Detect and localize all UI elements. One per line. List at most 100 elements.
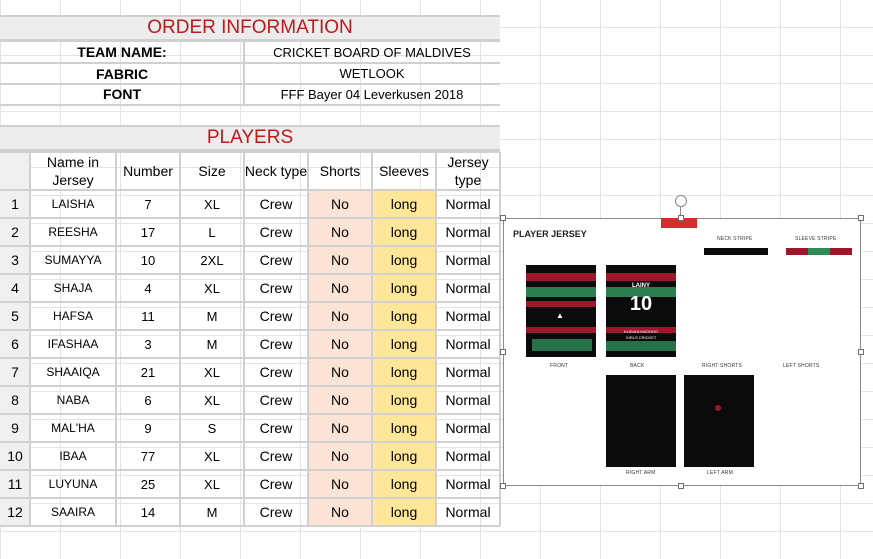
rotate-handle-icon[interactable] [675, 195, 687, 207]
row-number[interactable]: 2 [0, 218, 30, 246]
shorts-cell[interactable]: No [308, 470, 372, 498]
player-number-cell[interactable]: 11 [116, 302, 180, 330]
resize-handle-top-right[interactable] [858, 215, 864, 221]
resize-handle-top[interactable] [678, 215, 684, 221]
shorts-cell[interactable]: No [308, 414, 372, 442]
column-header[interactable]: Size [180, 152, 244, 190]
row-number[interactable]: 10 [0, 442, 30, 470]
fabric-value[interactable]: WETLOOK [244, 63, 500, 84]
player-name-cell[interactable]: IBAA [30, 442, 116, 470]
neck-type-cell[interactable]: Crew [244, 190, 308, 218]
resize-handle-bottom[interactable] [678, 483, 684, 489]
player-size-cell[interactable]: L [180, 218, 244, 246]
column-header[interactable]: Number [116, 152, 180, 190]
sleeves-cell[interactable]: long [372, 190, 436, 218]
neck-type-cell[interactable]: Crew [244, 442, 308, 470]
jersey-type-cell[interactable]: Normal [436, 498, 500, 526]
row-number[interactable]: 8 [0, 386, 30, 414]
neck-type-cell[interactable]: Crew [244, 302, 308, 330]
shorts-cell[interactable]: No [308, 218, 372, 246]
player-size-cell[interactable]: XL [180, 442, 244, 470]
resize-handle-right[interactable] [858, 349, 864, 355]
row-number[interactable]: 4 [0, 274, 30, 302]
player-size-cell[interactable]: M [180, 302, 244, 330]
row-number[interactable]: 1 [0, 190, 30, 218]
player-name-cell[interactable]: NABA [30, 386, 116, 414]
column-header[interactable]: Shorts [308, 152, 372, 190]
player-name-cell[interactable]: LUYUNA [30, 470, 116, 498]
player-size-cell[interactable]: XL [180, 470, 244, 498]
neck-type-cell[interactable]: Crew [244, 498, 308, 526]
shorts-cell[interactable]: No [308, 498, 372, 526]
player-number-cell[interactable]: 9 [116, 414, 180, 442]
player-number-cell[interactable]: 3 [116, 330, 180, 358]
player-name-cell[interactable]: SUMAYYA [30, 246, 116, 274]
jersey-type-cell[interactable]: Normal [436, 330, 500, 358]
player-size-cell[interactable]: S [180, 414, 244, 442]
shorts-cell[interactable]: No [308, 386, 372, 414]
player-number-cell[interactable]: 25 [116, 470, 180, 498]
shorts-cell[interactable]: No [308, 302, 372, 330]
player-number-cell[interactable]: 21 [116, 358, 180, 386]
shorts-cell[interactable]: No [308, 330, 372, 358]
player-number-cell[interactable]: 4 [116, 274, 180, 302]
row-number[interactable]: 6 [0, 330, 30, 358]
team-name-value[interactable]: CRICKET BOARD OF MALDIVES [244, 41, 500, 63]
neck-type-cell[interactable]: Crew [244, 386, 308, 414]
row-number[interactable]: 11 [0, 470, 30, 498]
shorts-cell[interactable]: No [308, 246, 372, 274]
player-name-cell[interactable]: LAISHA [30, 190, 116, 218]
player-size-cell[interactable]: 2XL [180, 246, 244, 274]
row-number[interactable]: 5 [0, 302, 30, 330]
shorts-cell[interactable]: No [308, 358, 372, 386]
jersey-type-cell[interactable]: Normal [436, 274, 500, 302]
jersey-type-cell[interactable]: Normal [436, 358, 500, 386]
resize-handle-bottom-right[interactable] [858, 483, 864, 489]
neck-type-cell[interactable]: Crew [244, 470, 308, 498]
sleeves-cell[interactable]: long [372, 274, 436, 302]
font-value[interactable]: FFF Bayer 04 Leverkusen 2018 [244, 84, 500, 104]
jersey-type-cell[interactable]: Normal [436, 190, 500, 218]
sleeves-cell[interactable]: long [372, 330, 436, 358]
jersey-type-cell[interactable]: Normal [436, 386, 500, 414]
player-number-cell[interactable]: 10 [116, 246, 180, 274]
player-size-cell[interactable]: XL [180, 190, 244, 218]
jersey-type-cell[interactable]: Normal [436, 218, 500, 246]
player-number-cell[interactable]: 17 [116, 218, 180, 246]
sleeves-cell[interactable]: long [372, 386, 436, 414]
player-size-cell[interactable]: XL [180, 386, 244, 414]
player-number-cell[interactable]: 14 [116, 498, 180, 526]
player-name-cell[interactable]: REESHA [30, 218, 116, 246]
row-number[interactable]: 9 [0, 414, 30, 442]
column-header[interactable]: Neck type [244, 152, 308, 190]
player-size-cell[interactable]: M [180, 498, 244, 526]
jersey-type-cell[interactable]: Normal [436, 442, 500, 470]
player-number-cell[interactable]: 6 [116, 386, 180, 414]
player-name-cell[interactable]: MAL'HA [30, 414, 116, 442]
player-size-cell[interactable]: M [180, 330, 244, 358]
jersey-image[interactable]: PLAYER JERSEY NECK STRIPE SLEEVE STRIPE … [503, 218, 861, 486]
sleeves-cell[interactable]: long [372, 302, 436, 330]
player-number-cell[interactable]: 7 [116, 190, 180, 218]
player-name-cell[interactable]: SAAIRA [30, 498, 116, 526]
row-number[interactable]: 12 [0, 498, 30, 526]
resize-handle-bottom-left[interactable] [500, 483, 506, 489]
shorts-cell[interactable]: No [308, 190, 372, 218]
jersey-type-cell[interactable]: Normal [436, 246, 500, 274]
row-number[interactable]: 3 [0, 246, 30, 274]
jersey-type-cell[interactable]: Normal [436, 470, 500, 498]
sleeves-cell[interactable]: long [372, 358, 436, 386]
neck-type-cell[interactable]: Crew [244, 246, 308, 274]
column-header[interactable]: Sleeves [372, 152, 436, 190]
row-number[interactable]: 7 [0, 358, 30, 386]
shorts-cell[interactable]: No [308, 442, 372, 470]
sleeves-cell[interactable]: long [372, 246, 436, 274]
jersey-type-cell[interactable]: Normal [436, 302, 500, 330]
neck-type-cell[interactable]: Crew [244, 358, 308, 386]
player-name-cell[interactable]: SHAAIQA [30, 358, 116, 386]
sleeves-cell[interactable]: long [372, 498, 436, 526]
neck-type-cell[interactable]: Crew [244, 274, 308, 302]
player-name-cell[interactable]: HAFSA [30, 302, 116, 330]
sleeves-cell[interactable]: long [372, 218, 436, 246]
sleeves-cell[interactable]: long [372, 470, 436, 498]
